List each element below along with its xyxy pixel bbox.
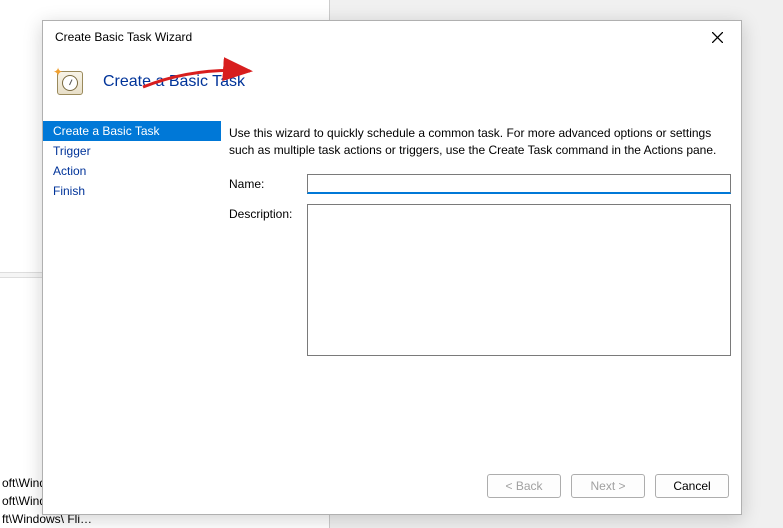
close-icon	[712, 32, 723, 43]
step-create-basic-task[interactable]: Create a Basic Task	[43, 121, 221, 141]
name-label: Name:	[229, 174, 307, 191]
dialog-title: Create Basic Task Wizard	[55, 30, 703, 44]
name-row: Name:	[229, 174, 731, 194]
cancel-button[interactable]: Cancel	[655, 474, 729, 498]
dialog-header: ✦ Create a Basic Task	[43, 53, 741, 121]
dialog-body: Create a Basic Task Trigger Action Finis…	[43, 121, 741, 466]
wizard-clock-icon: ✦	[55, 67, 85, 97]
dialog-header-title: Create a Basic Task	[103, 73, 245, 91]
description-row: Description:	[229, 204, 731, 356]
step-trigger[interactable]: Trigger	[43, 141, 221, 161]
name-input[interactable]	[307, 174, 731, 194]
description-label: Description:	[229, 204, 307, 221]
wizard-content: Use this wizard to quickly schedule a co…	[221, 121, 741, 466]
dialog-titlebar: Create Basic Task Wizard	[43, 21, 741, 53]
instructions-text: Use this wizard to quickly schedule a co…	[229, 125, 731, 160]
step-finish[interactable]: Finish	[43, 181, 221, 201]
wizard-steps-sidebar: Create a Basic Task Trigger Action Finis…	[43, 121, 221, 466]
dialog-footer: < Back Next > Cancel	[43, 466, 741, 514]
wizard-dialog: Create Basic Task Wizard ✦ Create a Basi…	[42, 20, 742, 515]
back-button[interactable]: < Back	[487, 474, 561, 498]
next-button[interactable]: Next >	[571, 474, 645, 498]
close-button[interactable]	[703, 25, 731, 49]
step-action[interactable]: Action	[43, 161, 221, 181]
description-textarea[interactable]	[307, 204, 731, 356]
